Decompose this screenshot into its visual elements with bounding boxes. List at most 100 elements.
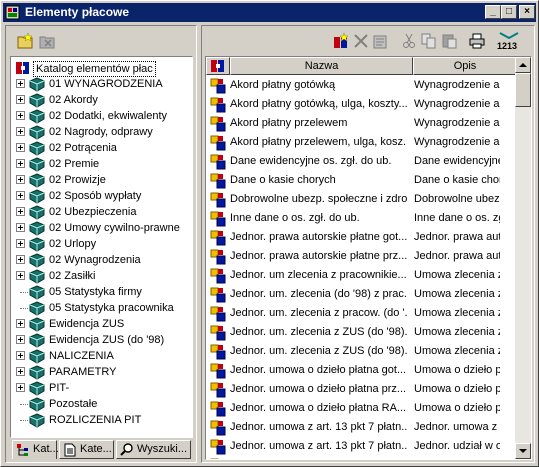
elements-list[interactable]: Nazwa Opis Akord płatny gotówką Wynagrodz… xyxy=(205,56,532,460)
scroll-up-button[interactable] xyxy=(515,57,531,73)
maximize-button[interactable]: □ xyxy=(501,5,517,19)
header-description[interactable]: Opis xyxy=(413,57,517,75)
scroll-thumb[interactable] xyxy=(515,73,531,107)
book-icon xyxy=(29,220,45,236)
list-row[interactable]: Dane o kasie chorych Dane o kasie choryc xyxy=(206,171,501,190)
tree-item-label: ROZLICZENIA PIT xyxy=(49,414,142,426)
list-row[interactable]: Jednor. umowa z art. 13 pkt 7 płatn... Je… xyxy=(206,418,501,437)
tab-catalog[interactable]: Kat... xyxy=(12,440,59,459)
header-name[interactable]: Nazwa xyxy=(230,57,413,75)
expand-icon[interactable] xyxy=(16,95,25,104)
expand-icon[interactable] xyxy=(16,383,25,392)
expand-icon[interactable] xyxy=(16,175,25,184)
tree-item-label: PARAMETRY xyxy=(49,366,117,378)
list-row[interactable]: Jednor. um. zlecenia z ZUS (do '98)... Um… xyxy=(206,342,501,361)
expand-icon[interactable] xyxy=(16,143,25,152)
copy-button[interactable] xyxy=(418,30,440,52)
list-row[interactable]: Jednor. um. zlecenia z pracow. (do '... U… xyxy=(206,304,501,323)
expand-icon[interactable] xyxy=(16,335,25,344)
tree-item[interactable]: PARAMETRY xyxy=(11,364,191,380)
expand-icon[interactable] xyxy=(16,223,25,232)
list-row[interactable]: Jednor. um zlecenia z pracownikie... Umow… xyxy=(206,266,501,285)
tree-item[interactable]: 05 Statystyka firmy xyxy=(11,284,191,300)
list-row[interactable]: Jednor. umowa zlecenie bez ZUS p...Umowa… xyxy=(206,456,501,459)
tree-item[interactable]: 02 Prowizje xyxy=(11,172,191,188)
magnifier-icon xyxy=(120,443,133,456)
tree-item[interactable]: 02 Dodatki, ekwiwalenty xyxy=(11,108,191,124)
list-row[interactable]: Jednor. prawa autorskie płatne prz... Jed… xyxy=(206,247,501,266)
tab-search[interactable]: Wyszuki... xyxy=(116,440,191,459)
expand-icon[interactable] xyxy=(16,239,25,248)
tree-item[interactable]: 02 Urlopy xyxy=(11,236,191,252)
expand-icon[interactable] xyxy=(16,191,25,200)
delete-folder-button[interactable] xyxy=(36,30,58,52)
scroll-down-button[interactable] xyxy=(515,443,531,459)
list-row[interactable]: Jednor. um. zlecenia (do '98) z prac... U… xyxy=(206,285,501,304)
row-name: Inne dane o os. zgł. do ub. xyxy=(230,212,360,224)
list-row[interactable]: Jednor. umowa z art. 13 pkt 7 płatn... Je… xyxy=(206,437,501,456)
expand-icon[interactable] xyxy=(16,159,25,168)
vertical-scrollbar[interactable] xyxy=(515,57,531,459)
tree-item[interactable]: 02 Potrącenia xyxy=(11,140,191,156)
list-row[interactable]: Jednor. prawa autorskie płatne got... Jed… xyxy=(206,228,501,247)
close-button[interactable]: × xyxy=(519,5,535,19)
tree-item[interactable]: 01 WYNAGRODZENIA xyxy=(11,76,191,92)
row-name: Akord płatny przelewem xyxy=(230,117,348,129)
expand-icon[interactable] xyxy=(16,207,25,216)
tab-categories[interactable]: Kate... xyxy=(59,440,114,459)
tree-item[interactable]: 02 Premie xyxy=(11,156,191,172)
tree-item[interactable]: ROZLICZENIA PIT xyxy=(11,412,191,428)
header-icon-column[interactable] xyxy=(206,57,230,75)
paste-button[interactable] xyxy=(438,30,460,52)
tree-item-label: 02 Zasiłki xyxy=(49,270,96,282)
tree-item[interactable]: Ewidencja ZUS (do '98) xyxy=(11,332,191,348)
tree-item-label: 02 Nagrody, odprawy xyxy=(49,126,153,138)
tree-item[interactable]: NALICZENIA xyxy=(11,348,191,364)
expand-icon[interactable] xyxy=(16,351,25,360)
delete-button[interactable] xyxy=(350,30,372,52)
book-icon xyxy=(29,364,45,380)
tree-item[interactable]: PIT- xyxy=(11,380,191,396)
tree-item[interactable]: 05 Statystyka pracownika xyxy=(11,300,191,316)
tree-item[interactable]: 02 Umowy cywilno-prawne xyxy=(11,220,191,236)
tree-item[interactable]: 02 Wynagrodzenia xyxy=(11,252,191,268)
tree-item[interactable]: 02 Nagrody, odprawy xyxy=(11,124,191,140)
list-row[interactable]: Jednor. um. zlecenia z ZUS (do '98)... Um… xyxy=(206,323,501,342)
payroll-element-icon xyxy=(210,382,226,398)
list-row[interactable]: Inne dane o os. zgł. do ub. Inne dane o o… xyxy=(206,209,501,228)
new-folder-button[interactable] xyxy=(14,30,36,52)
tree-item[interactable]: Pozostałe xyxy=(11,396,191,412)
tree-item[interactable]: 02 Sposób wypłaty xyxy=(11,188,191,204)
list-row[interactable]: Dobrowolne ubezp. społeczne i zdrow... Do… xyxy=(206,190,501,209)
tree-item[interactable]: Ewidencja ZUS xyxy=(11,316,191,332)
expand-icon[interactable] xyxy=(16,111,25,120)
new-element-button[interactable] xyxy=(330,30,352,52)
list-row[interactable]: Jednor. umowa o dzieło płatna RA... Umowa… xyxy=(206,399,501,418)
minimize-button[interactable]: _ xyxy=(485,5,501,19)
sort-order-button[interactable]: 1213 xyxy=(494,30,524,52)
list-row[interactable]: Jednor. umowa o dzieło płatna prz... Umow… xyxy=(206,380,501,399)
list-row[interactable]: Dane ewidencyjne os. zgł. do ub. Dane ewi… xyxy=(206,152,501,171)
list-row[interactable]: Akord płatny przelewem Wynagrodzenie akor xyxy=(206,114,501,133)
title-bar[interactable]: Elementy płacowe _ □ × xyxy=(3,3,536,22)
tree-item[interactable]: 02 Ubezpieczenia xyxy=(11,204,191,220)
expand-icon[interactable] xyxy=(16,319,25,328)
tree-item[interactable]: 02 Zasiłki xyxy=(11,268,191,284)
list-row[interactable]: Akord płatny gotówką Wynagrodzenie akor xyxy=(206,76,501,95)
row-name: Akord płatny gotówką xyxy=(230,79,336,91)
cut-button[interactable] xyxy=(398,30,420,52)
print-button[interactable] xyxy=(466,30,488,52)
properties-button[interactable] xyxy=(370,30,392,52)
expand-icon[interactable] xyxy=(16,271,25,280)
list-row[interactable]: Akord płatny gotówką, ulga, koszty... Wyn… xyxy=(206,95,501,114)
list-row[interactable]: Akord płatny przelewem, ulga, kosz... Wyn… xyxy=(206,133,501,152)
tree-item[interactable]: 02 Akordy xyxy=(11,92,191,108)
tree-root[interactable]: Katalog elementów płac xyxy=(11,60,191,77)
tree-view[interactable]: Katalog elementów płac 01 WYNAGRODZENIA 0… xyxy=(10,56,193,438)
expand-icon[interactable] xyxy=(16,79,25,88)
expand-icon[interactable] xyxy=(16,367,25,376)
expand-icon[interactable] xyxy=(16,255,25,264)
row-description: Jednor. prawa autors xyxy=(414,250,500,262)
list-row[interactable]: Jednor. umowa o dzieło płatna got... Umow… xyxy=(206,361,501,380)
expand-icon[interactable] xyxy=(16,127,25,136)
